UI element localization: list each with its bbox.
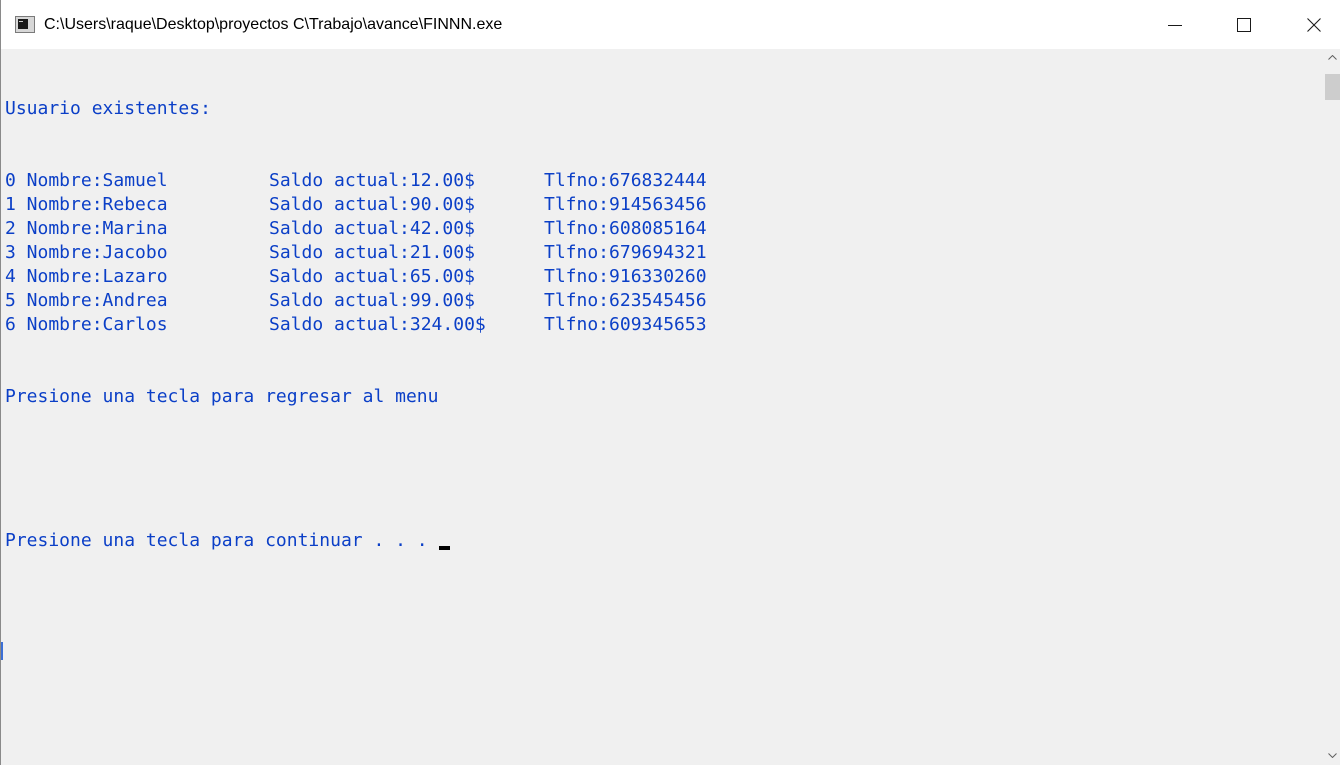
user-row: 2 Nombre:Marina Saldo actual:42.00$ Tlfno:… [5,217,707,241]
user-name-cell: 6 Nombre:Carlos [5,314,168,335]
user-balance-cell: Saldo actual:99.00$ [269,290,475,311]
console-cursor-glyph [19,21,23,22]
user-phone-cell: Tlfno:676832444 [544,170,707,191]
user-phone-cell: Tlfno:608085164 [544,218,707,239]
console-text: Usuario existentes: 0 Nombre:Samuel Saldo… [5,49,707,601]
user-balance-cell: Saldo actual:65.00$ [269,266,475,287]
users-list: 0 Nombre:Samuel Saldo actual:12.00$ Tlfno:… [5,169,707,337]
user-name-cell: 3 Nombre:Jacobo [5,242,168,263]
console-window: C:\Users\raque\Desktop\proyectos C\Traba… [0,0,1340,765]
menu-prompt-line: Presione una tecla para regresar al menu [5,385,438,409]
title-bar[interactable]: C:\Users\raque\Desktop\proyectos C\Traba… [1,0,1340,49]
menu-prompt: Presione una tecla para regresar al menu [5,386,439,407]
user-row: 4 Nombre:Lazaro Saldo actual:65.00$ Tlfno:… [5,265,707,289]
user-name-cell: 4 Nombre:Lazaro [5,266,168,287]
user-phone-cell: Tlfno:914563456 [544,194,707,215]
user-phone-cell: Tlfno:609345653 [544,314,707,335]
user-phone-cell: Tlfno:679694321 [544,242,707,263]
chevron-up-icon [1328,55,1337,60]
user-balance-cell: Saldo actual:42.00$ [269,218,475,239]
user-phone-cell: Tlfno:916330260 [544,266,707,287]
user-name-cell: 0 Nombre:Samuel [5,170,168,191]
minimize-icon [1168,25,1182,26]
minimize-button[interactable] [1152,0,1198,49]
console-output-area[interactable]: Usuario existentes: 0 Nombre:Samuel Saldo… [1,49,1324,765]
close-icon [1307,18,1321,32]
chevron-down-icon [1328,753,1337,758]
console-app-icon[interactable] [15,16,35,33]
user-phone-cell: Tlfno:623545456 [544,290,707,311]
user-balance-cell: Saldo actual:90.00$ [269,194,475,215]
scroll-down-button[interactable] [1324,748,1340,765]
window-title: C:\Users\raque\Desktop\proyectos C\Traba… [44,16,503,33]
text-cursor [439,546,451,550]
vertical-scrollbar[interactable] [1324,49,1340,765]
maximize-icon [1237,18,1251,32]
user-balance-cell: Saldo actual:21.00$ [269,242,475,263]
user-name-cell: 2 Nombre:Marina [5,218,168,239]
user-balance-cell: Saldo actual:324.00$ [269,314,486,335]
user-name-cell: 5 Nombre:Andrea [5,290,168,311]
scroll-thumb[interactable] [1325,74,1340,100]
user-row: 0 Nombre:Samuel Saldo actual:12.00$ Tlfno:… [5,169,707,193]
window-edge-marker [1,642,3,660]
maximize-button[interactable] [1221,0,1267,49]
close-button[interactable] [1291,0,1337,49]
users-header: Usuario existentes: [5,98,211,119]
continue-prompt: Presione una tecla para continuar . . . [5,529,451,553]
user-name-cell: 1 Nombre:Rebeca [5,194,168,215]
scroll-up-button[interactable] [1324,49,1340,66]
user-row: 5 Nombre:Andrea Saldo actual:99.00$ Tlfno:… [5,289,707,313]
user-row: 6 Nombre:Carlos Saldo actual:324.00$ Tlfno… [5,313,707,337]
user-row: 3 Nombre:Jacobo Saldo actual:21.00$ Tlfno:… [5,241,707,265]
console-header-line: Usuario existentes: [5,97,211,121]
user-row: 1 Nombre:Rebeca Saldo actual:90.00$ Tlfno:… [5,193,707,217]
continue-prompt-text: Presione una tecla para continuar . . . [5,530,439,551]
continue-prompt-line: Presione una tecla para continuar . . . [5,529,451,553]
user-balance-cell: Saldo actual:12.00$ [269,170,475,191]
